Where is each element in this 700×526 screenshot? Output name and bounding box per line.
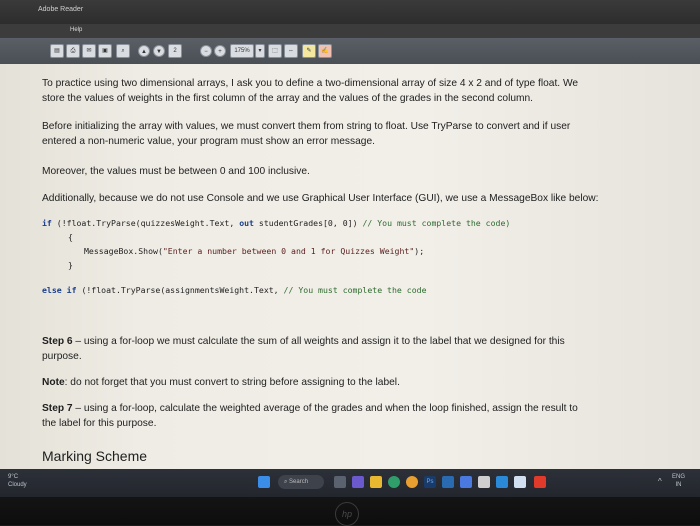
fit-page-icon[interactable]: ⬚ <box>268 44 282 58</box>
laptop-bezel: hp <box>0 497 700 526</box>
email-icon[interactable]: ✉ <box>82 44 96 58</box>
lang-bottom: IN <box>675 482 682 488</box>
code-string: "Enter a number between 0 and 1 for Quiz… <box>162 246 415 256</box>
paragraph-3: Moreover, the values must be between 0 a… <box>42 166 310 177</box>
document-page: To practice using two dimensional arrays… <box>0 64 700 469</box>
lang-top: ENG <box>672 474 686 480</box>
step-7-text: – using a for-loop, calculate the weight… <box>72 403 578 414</box>
app2-icon[interactable] <box>514 476 526 488</box>
note-label: Note <box>42 377 65 388</box>
menu-item-help[interactable]: Help <box>70 27 82 33</box>
taskbar: 9°C Cloudy ⌕ Search Ps ^ ENG IN <box>0 469 700 497</box>
search-box[interactable]: ⌕ Search <box>278 475 324 489</box>
code-line-1: if (!float.TryParse(quizzesWeight.Text, … <box>42 218 510 228</box>
weather-temp: 9°C <box>8 474 19 480</box>
note-line: Note: do not forget that you must conver… <box>42 375 400 390</box>
step-7-line-2: the label for this purpose. <box>42 418 157 429</box>
code-text: MessageBox.Show( <box>84 246 163 256</box>
print-icon[interactable]: ⎙ <box>66 44 80 58</box>
hp-logo: hp <box>335 502 359 526</box>
search-label: Search <box>289 479 309 485</box>
vscode-icon[interactable] <box>496 476 508 488</box>
menu-bar: Help <box>0 24 700 38</box>
code-line-2: { <box>68 232 73 242</box>
code-keyword-else-if: else if <box>42 285 77 295</box>
step-7-label: Step 7 <box>42 403 73 414</box>
step-6-label: Step 6 <box>42 336 73 347</box>
file-explorer-icon[interactable] <box>370 476 382 488</box>
language-indicator[interactable]: ENG IN <box>672 473 685 489</box>
weather-desc: Cloudy <box>8 482 27 488</box>
window-title: Adobe Reader <box>38 6 84 13</box>
tray-chevron-icon[interactable]: ^ <box>658 477 662 486</box>
step-7-line-1: Step 7 – using a for-loop, calculate the… <box>42 401 578 416</box>
zoom-out-icon[interactable]: − <box>200 45 212 57</box>
comment-icon[interactable]: ✎ <box>302 44 316 58</box>
paragraph-1-line-2: store the values of weights in the first… <box>42 93 533 104</box>
search-icon: ⌕ <box>284 479 288 485</box>
edge-icon[interactable] <box>388 476 400 488</box>
app-icon[interactable] <box>478 476 490 488</box>
code-keyword-if: if <box>42 218 52 228</box>
photoshop-icon[interactable]: Ps <box>424 476 436 488</box>
chat-icon[interactable] <box>352 476 364 488</box>
window-title-bar: Adobe Reader <box>0 0 700 24</box>
open-icon[interactable]: ▤ <box>50 44 64 58</box>
zoom-dropdown-icon[interactable]: ▾ <box>255 44 265 58</box>
fit-width-icon[interactable]: ⇔ <box>284 44 298 58</box>
toolbar: ▤ ⎙ ✉ ▣ ⌕ ▲ ▼ 2 − + 175% ▾ ⬚ ⇔ ✎ ✍ <box>0 38 700 64</box>
marking-scheme-heading: Marking Scheme <box>42 448 148 464</box>
weather-widget[interactable]: 9°C Cloudy <box>8 473 27 489</box>
previous-page-icon[interactable]: ▲ <box>138 45 150 57</box>
code-comment: // You must complete the code) <box>362 218 511 228</box>
page-number-field[interactable]: 2 <box>168 44 182 58</box>
acrobat-icon[interactable] <box>534 476 546 488</box>
next-page-icon[interactable]: ▼ <box>153 45 165 57</box>
code-line-4: } <box>68 260 73 270</box>
code-text: studentGrades[0, 0]) <box>253 218 363 228</box>
note-text: : do not forget that you must convert to… <box>64 377 400 388</box>
zoom-field[interactable]: 175% <box>230 44 254 58</box>
save-icon[interactable]: ▣ <box>98 44 112 58</box>
step-6-line-2: purpose. <box>42 351 82 362</box>
paragraph-1-line-1: To practice using two dimensional arrays… <box>42 78 579 89</box>
mail-icon[interactable] <box>442 476 454 488</box>
code-text: (!float.TryParse(quizzesWeight.Text, <box>51 218 240 228</box>
zoom-in-icon[interactable]: + <box>214 45 226 57</box>
chrome-icon[interactable] <box>406 476 418 488</box>
code-line-5: else if (!float.TryParse(assignmentsWeig… <box>42 285 427 295</box>
step-6-text: – using a for-loop we must calculate the… <box>72 336 565 347</box>
code-keyword-out: out <box>239 218 254 228</box>
code-comment: // You must complete the code <box>283 285 427 295</box>
paragraph-2-line-2: entered a non-numeric value, your progra… <box>42 136 375 147</box>
start-icon[interactable] <box>258 476 270 488</box>
code-text: (!float.TryParse(assignmentsWeight.Text, <box>76 285 284 295</box>
task-view-icon[interactable] <box>334 476 346 488</box>
paragraph-4: Additionally, because we do not use Cons… <box>42 193 599 204</box>
find-icon[interactable]: ⌕ <box>116 44 130 58</box>
code-line-3: MessageBox.Show("Enter a number between … <box>84 246 424 256</box>
code-text: ); <box>414 246 425 256</box>
step-6-line-1: Step 6 – using a for-loop we must calcul… <box>42 334 565 349</box>
paragraph-2-line-1: Before initializing the array with value… <box>42 121 571 132</box>
store-icon[interactable] <box>460 476 472 488</box>
sign-icon[interactable]: ✍ <box>318 44 332 58</box>
